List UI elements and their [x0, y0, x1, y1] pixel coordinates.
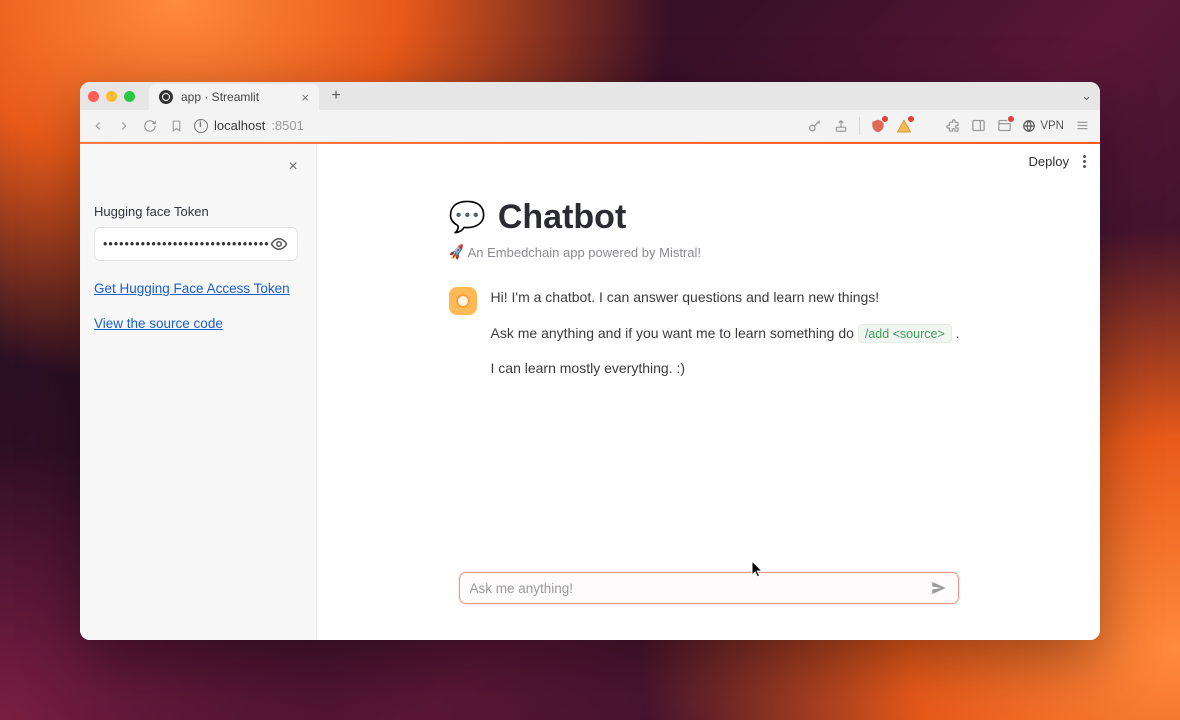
chat-input-container[interactable] — [459, 572, 959, 604]
message-line-2-post: . — [952, 325, 960, 341]
minimize-window-button[interactable] — [106, 91, 117, 102]
new-tab-button[interactable]: + — [325, 85, 347, 107]
browser-menu-icon[interactable] — [1074, 118, 1090, 134]
assistant-message: Hi! I'm a chatbot. I can answer question… — [449, 287, 969, 394]
message-line-1: Hi! I'm a chatbot. I can answer question… — [491, 287, 960, 309]
token-field[interactable] — [94, 227, 298, 261]
desktop-background: app · Streamlit × + ⌄ localhost :8501 — [0, 0, 1180, 720]
toolbar-right: VPN — [807, 117, 1090, 135]
get-token-link[interactable]: Get Hugging Face Access Token — [94, 281, 298, 296]
close-sidebar-button[interactable]: × — [282, 156, 304, 178]
window-controls — [88, 91, 135, 102]
page-content: × Hugging face Token Get Hugging Face Ac… — [80, 144, 1100, 640]
vpn-button[interactable]: VPN — [1022, 118, 1064, 134]
page-title: 💬 Chatbot — [449, 198, 969, 237]
password-key-icon[interactable] — [807, 118, 823, 134]
speech-bubble-icon: 💬 — [449, 203, 486, 233]
add-command-code: /add <source> — [858, 324, 952, 343]
streamlit-favicon-icon — [159, 90, 173, 104]
message-line-3: I can learn mostly everything. :) — [491, 358, 960, 380]
token-label: Hugging face Token — [94, 204, 298, 219]
assistant-avatar-icon — [449, 287, 477, 315]
notification-dot-icon — [881, 115, 889, 123]
toolbar-separator — [859, 117, 860, 135]
extensions-puzzle-icon[interactable] — [944, 118, 960, 134]
browser-tabstrip: app · Streamlit × + ⌄ — [80, 82, 1100, 110]
message-line-2-pre: Ask me anything and if you want me to le… — [491, 325, 858, 341]
browser-toolbar: localhost :8501 — [80, 110, 1100, 142]
streamlit-sidebar: × Hugging face Token Get Hugging Face Ac… — [80, 144, 317, 640]
sidepanel-icon[interactable] — [970, 118, 986, 134]
page-body: 💬 Chatbot 🚀 An Embedchain app powered by… — [429, 198, 989, 394]
close-tab-button[interactable]: × — [301, 91, 309, 104]
chat-input[interactable] — [470, 581, 930, 596]
browser-window: app · Streamlit × + ⌄ localhost :8501 — [80, 82, 1100, 640]
address-bar[interactable]: localhost :8501 — [194, 118, 797, 133]
subtitle-text: An Embedchain app powered by Mistral! — [468, 245, 701, 260]
vpn-label: VPN — [1040, 120, 1064, 132]
update-icon[interactable] — [996, 118, 1012, 134]
bookmark-icon[interactable] — [168, 118, 184, 134]
reveal-password-icon[interactable] — [269, 234, 289, 254]
rocket-icon: 🚀 — [447, 244, 466, 263]
message-body: Hi! I'm a chatbot. I can answer question… — [491, 287, 960, 394]
share-icon[interactable] — [833, 118, 849, 134]
nav-forward-button[interactable] — [116, 118, 132, 134]
streamlit-toolbar: Deploy — [1029, 154, 1086, 169]
deploy-button[interactable]: Deploy — [1029, 154, 1069, 169]
token-input[interactable] — [103, 237, 269, 251]
app-menu-button[interactable] — [1083, 155, 1086, 168]
streamlit-main: Deploy 💬 Chatbot 🚀 An Embedchain app pow… — [317, 144, 1100, 640]
url-port: :8501 — [271, 118, 304, 133]
view-source-link[interactable]: View the source code — [94, 316, 298, 331]
tab-title: app · Streamlit — [181, 90, 259, 104]
notification-dot-icon — [907, 115, 915, 123]
close-window-button[interactable] — [88, 91, 99, 102]
send-button[interactable] — [930, 579, 948, 597]
message-line-2: Ask me anything and if you want me to le… — [491, 323, 960, 345]
title-text: Chatbot — [498, 198, 626, 237]
extension-shield-icon[interactable] — [870, 118, 886, 134]
maximize-window-button[interactable] — [124, 91, 135, 102]
site-info-icon[interactable] — [194, 119, 208, 133]
extension-warning-icon[interactable] — [896, 118, 912, 134]
tabs-dropdown-button[interactable]: ⌄ — [1081, 88, 1092, 104]
url-host: localhost — [214, 118, 265, 133]
page-subtitle: 🚀 An Embedchain app powered by Mistral! — [449, 245, 969, 261]
reload-button[interactable] — [142, 118, 158, 134]
notification-dot-icon — [1007, 115, 1015, 123]
nav-back-button[interactable] — [90, 118, 106, 134]
browser-tab[interactable]: app · Streamlit × — [149, 84, 319, 110]
